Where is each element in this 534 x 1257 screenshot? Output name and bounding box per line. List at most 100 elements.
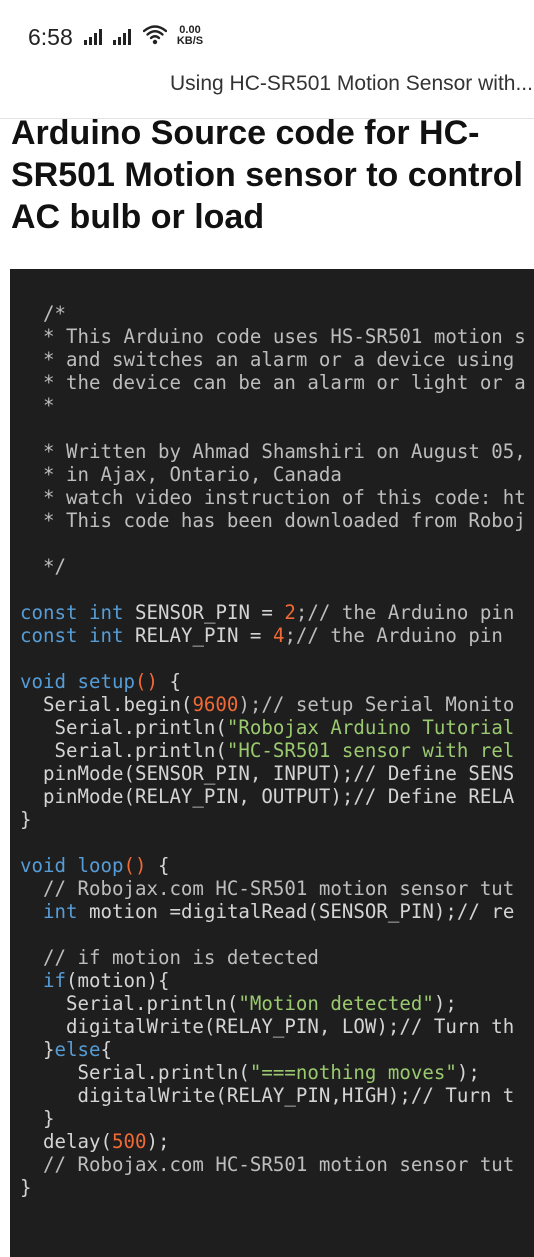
wifi-icon bbox=[143, 25, 167, 45]
code-token: * This Arduino code uses HS-SR501 motion… bbox=[20, 325, 526, 348]
code-token: * in Ajax, Ontario, Canada bbox=[20, 463, 342, 486]
code-token: delay( bbox=[20, 1130, 112, 1153]
code-line: * in Ajax, Ontario, Canada bbox=[20, 463, 526, 486]
code-block[interactable]: /* * This Arduino code uses HS-SR501 mot… bbox=[10, 269, 534, 1257]
page-title[interactable]: Using HC-SR501 Motion Sensor with... bbox=[170, 72, 534, 100]
code-token: * bbox=[20, 394, 55, 417]
code-token: "Motion detected" bbox=[238, 992, 434, 1015]
code-token: { bbox=[146, 854, 170, 877]
code-line: digitalWrite(RELAY_PIN, LOW);// Turn th bbox=[20, 1015, 526, 1038]
code-token: "HC-SR501 sensor with rel bbox=[226, 739, 515, 762]
code-line: // Robojax.com HC-SR501 motion sensor tu… bbox=[20, 877, 526, 900]
code-line: void setup() { bbox=[20, 670, 526, 693]
code-token: "Robojax Arduino Tutorial bbox=[226, 716, 515, 739]
code-line: Serial.println("Robojax Arduino Tutorial bbox=[20, 716, 526, 739]
code-token: int bbox=[43, 900, 78, 923]
code-token: * Written by Ahmad Shamshiri on August 0… bbox=[20, 440, 526, 463]
code-token: SENSOR_PIN = bbox=[123, 601, 285, 624]
code-line: * This code has been downloaded from Rob… bbox=[20, 509, 526, 532]
code-token: * and switches an alarm or a device usin… bbox=[20, 348, 526, 371]
code-line: void loop() { bbox=[20, 854, 526, 877]
code-token: // Robojax.com HC-SR501 motion sensor tu… bbox=[20, 1153, 515, 1176]
network-speed: 0.00 KB/S bbox=[173, 25, 207, 47]
code-line: delay(500); bbox=[20, 1130, 526, 1153]
code-token: pinMode(RELAY_PIN, OUTPUT);// Define REL… bbox=[20, 785, 515, 808]
code-line: Serial.println("HC-SR501 sensor with rel bbox=[20, 739, 526, 762]
code-token: 9600 bbox=[192, 693, 239, 716]
code-token: 500 bbox=[111, 1130, 147, 1153]
code-token: * the device can be an alarm or light or… bbox=[20, 371, 526, 394]
status-bar: 6:58 0.00 KB/S bbox=[0, 0, 534, 72]
code-token: Serial.println( bbox=[20, 992, 239, 1015]
code-token: 4 bbox=[272, 624, 285, 647]
code-token: () bbox=[134, 670, 158, 693]
code-token: int bbox=[88, 624, 124, 647]
code-line: } bbox=[20, 1107, 526, 1130]
code-token: } bbox=[20, 1107, 55, 1130]
article-heading-line: AC bulb or load bbox=[11, 198, 265, 236]
code-line: Serial.begin(9600);// setup Serial Monit… bbox=[20, 693, 526, 716]
code-token: ;// the Arduino pin bbox=[295, 601, 515, 624]
article-heading-line: Arduino Source code for HC- bbox=[11, 114, 480, 152]
code-line: Serial.println("Motion detected"); bbox=[20, 992, 526, 1015]
code-token: 2 bbox=[284, 601, 296, 624]
code-token: digitalWrite(RELAY_PIN,HIGH);// Turn t bbox=[20, 1084, 515, 1107]
code-token: ;// the Arduino pin bbox=[284, 624, 515, 647]
code-line: * bbox=[20, 394, 526, 417]
code-line: /* bbox=[20, 302, 526, 325]
code-line: int motion =digitalRead(SENSOR_PIN);// r… bbox=[20, 900, 526, 923]
code-line: const int SENSOR_PIN = 2;// the Arduino … bbox=[20, 601, 526, 624]
code-line: * This Arduino code uses HS-SR501 motion… bbox=[20, 325, 526, 348]
code-line: * watch video instruction of this code: … bbox=[20, 486, 526, 509]
code-line: }else{ bbox=[20, 1038, 526, 1061]
code-token: void bbox=[20, 854, 66, 877]
code-token: // Robojax.com HC-SR501 motion sensor tu… bbox=[20, 877, 515, 900]
code-token: { bbox=[157, 670, 181, 693]
code-token: ); bbox=[433, 992, 457, 1015]
code-token: { bbox=[100, 1038, 112, 1061]
signal-icon bbox=[113, 29, 137, 45]
code-token: Serial.println( bbox=[20, 1061, 250, 1084]
code-token: /* bbox=[20, 302, 66, 325]
code-token: digitalWrite(RELAY_PIN, LOW);// Turn th bbox=[20, 1015, 515, 1038]
code-line: * Written by Ahmad Shamshiri on August 0… bbox=[20, 440, 526, 463]
code-line: */ bbox=[20, 555, 526, 578]
code-token: (motion){ bbox=[66, 969, 170, 992]
code-token: ); bbox=[146, 1130, 170, 1153]
code-line: // if motion is detected bbox=[20, 946, 526, 969]
code-line: const int RELAY_PIN = 4;// the Arduino p… bbox=[20, 624, 526, 647]
code-token: const bbox=[20, 624, 78, 647]
code-token: */ bbox=[20, 555, 66, 578]
code-token: } bbox=[20, 1038, 55, 1061]
code-token: );// setup Serial Monito bbox=[238, 693, 515, 716]
code-line: digitalWrite(RELAY_PIN,HIGH);// Turn t bbox=[20, 1084, 526, 1107]
code-token: Serial.begin( bbox=[20, 693, 193, 716]
code-token: "===nothing moves" bbox=[249, 1061, 457, 1084]
code-line: * the device can be an alarm or light or… bbox=[20, 371, 526, 394]
code-token: // if motion is detected bbox=[20, 946, 319, 969]
code-token: const bbox=[20, 601, 78, 624]
code-token: pinMode(SENSOR_PIN, INPUT);// Define SEN… bbox=[20, 762, 515, 785]
code-token: void bbox=[20, 670, 66, 693]
code-token: } bbox=[20, 1176, 32, 1199]
code-line: if(motion){ bbox=[20, 969, 526, 992]
code-token: if bbox=[43, 969, 66, 992]
code-token: else bbox=[54, 1038, 101, 1061]
network-speed-unit: KB/S bbox=[176, 35, 204, 47]
code-line: * and switches an alarm or a device usin… bbox=[20, 348, 526, 371]
code-token: motion =digitalRead(SENSOR_PIN);// re bbox=[77, 900, 515, 923]
code-token: * watch video instruction of this code: … bbox=[20, 486, 526, 509]
code-token: int bbox=[88, 601, 124, 624]
